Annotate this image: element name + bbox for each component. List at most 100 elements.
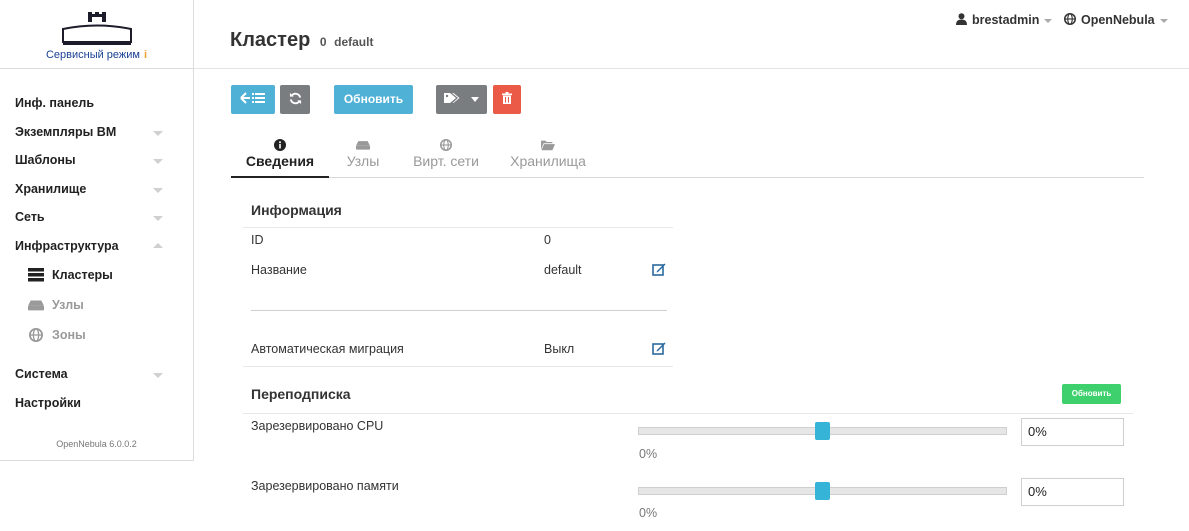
- hdd-icon: [28, 300, 44, 311]
- overcommit-section-title: Переподписка: [251, 386, 351, 402]
- auto-migration-value: Выкл: [544, 342, 575, 356]
- username: brestadmin: [972, 13, 1040, 27]
- sidebar-item-label: Инф. панель: [15, 96, 95, 110]
- sidebar-item-label: Настройки: [15, 395, 81, 410]
- overcommit-update-button[interactable]: Обновить: [1062, 384, 1121, 404]
- tab-bar: Сведения Узлы Вирт. сети Хранилища: [231, 133, 1144, 178]
- sidebar-item-dashboard[interactable]: Инф. панель: [0, 89, 193, 118]
- user-menu[interactable]: brestadmin: [956, 13, 1053, 27]
- sidebar-item-network[interactable]: Сеть: [0, 203, 193, 232]
- globe-icon: [1064, 13, 1076, 25]
- mem-slider-thumb[interactable]: [815, 482, 830, 500]
- sidebar-item-settings[interactable]: Настройки: [0, 389, 193, 418]
- sidebar-item-clusters[interactable]: Кластеры: [0, 260, 193, 290]
- tab-label: Вирт. сети: [413, 153, 479, 169]
- edit-name-icon[interactable]: [652, 262, 666, 276]
- cpu-slider[interactable]: [638, 422, 1007, 440]
- divider: [251, 310, 667, 311]
- edit-migration-icon[interactable]: [652, 341, 666, 355]
- user-icon: [956, 13, 967, 25]
- cluster-name: default: [334, 35, 374, 49]
- chevron-down-icon: [1159, 18, 1168, 23]
- version-label: OpenNebula 6.0.0.2: [56, 439, 137, 449]
- sidebar-item-label: Шаблоны: [15, 153, 76, 167]
- sidebar-item-vms[interactable]: Экземпляры ВМ: [0, 118, 193, 147]
- folder-open-icon: [541, 140, 555, 151]
- header: Кластер 0 default brestadmin OpenNebula: [194, 0, 1189, 69]
- service-mode-label[interactable]: Сервисный режим i: [0, 49, 193, 61]
- tab-hosts[interactable]: Узлы: [329, 133, 397, 178]
- sidebar-item-label: Зоны: [52, 328, 86, 342]
- tab-datastores[interactable]: Хранилища: [501, 133, 595, 178]
- divider: [243, 227, 673, 228]
- info-icon[interactable]: i: [144, 49, 147, 61]
- mem-reserved-input[interactable]: 0%: [1021, 478, 1124, 506]
- cluster-id: 0: [319, 35, 327, 49]
- cpu-slider-thumb[interactable]: [815, 422, 830, 440]
- service-mode-text: Сервисный режим: [45, 49, 140, 61]
- caret-down-icon: [153, 373, 163, 378]
- chevron-down-icon: [1044, 18, 1053, 23]
- caret-down-icon: [153, 130, 163, 136]
- zone-menu[interactable]: OpenNebula: [1064, 13, 1168, 27]
- tab-label: Хранилища: [510, 153, 586, 169]
- info-circle-icon: [274, 139, 286, 151]
- logo-area: Сервисный режим i: [0, 0, 193, 69]
- sidebar-item-label: Узлы: [52, 298, 84, 312]
- brest-logo[interactable]: [61, 12, 133, 46]
- tab-info[interactable]: Сведения: [231, 133, 329, 178]
- server-stack-icon: [28, 268, 44, 282]
- divider: [243, 366, 673, 367]
- caret-down-icon: [153, 187, 163, 193]
- caret-up-icon: [153, 242, 163, 248]
- back-list-icon: [240, 92, 265, 104]
- name-value: default: [544, 263, 582, 277]
- sidebar-item-templates[interactable]: Шаблоны: [0, 146, 193, 175]
- sidebar-item-label: Система: [15, 367, 68, 381]
- sidebar-item-label: Хранилище: [15, 181, 87, 196]
- sidebar: Сервисный режим i Инф. панель Экземпляры …: [0, 0, 194, 461]
- sidebar-item-hosts[interactable]: Узлы: [0, 290, 193, 320]
- sidebar-item-system[interactable]: Система: [0, 360, 193, 389]
- mem-reserved-percent: 0%: [639, 506, 658, 520]
- cpu-reserved-input[interactable]: 0%: [1021, 418, 1124, 446]
- cpu-reserved-percent: 0%: [639, 447, 658, 461]
- name-label: Название: [251, 263, 307, 277]
- chevron-down-icon: [470, 97, 479, 102]
- sidebar-item-label: Экземпляры ВМ: [15, 124, 117, 139]
- divider: [243, 413, 1133, 414]
- caret-down-icon: [153, 159, 163, 164]
- sidebar-item-storage[interactable]: Хранилище: [0, 175, 193, 204]
- trash-icon: [502, 92, 512, 104]
- refresh-icon: [289, 92, 301, 105]
- cpu-reserved-label: Зарезервировано CPU: [251, 419, 384, 433]
- id-label: ID: [251, 233, 264, 247]
- globe-icon: [440, 139, 452, 151]
- tags-icon: [444, 93, 460, 103]
- sidebar-item-label: Инфраструктура: [15, 238, 119, 253]
- tab-vnets[interactable]: Вирт. сети: [405, 133, 487, 178]
- sidebar-item-zones[interactable]: Зоны: [0, 320, 193, 350]
- page-title: Кластер 0 default: [230, 29, 373, 52]
- labels-button[interactable]: [436, 85, 487, 114]
- back-button[interactable]: [231, 85, 275, 114]
- zone-name: OpenNebula: [1081, 13, 1155, 27]
- globe-icon: [29, 328, 43, 342]
- update-button[interactable]: Обновить: [334, 85, 413, 114]
- info-section-title: Информация: [251, 202, 342, 218]
- delete-button[interactable]: [493, 85, 521, 114]
- sidebar-item-label: Сеть: [15, 210, 45, 224]
- caret-down-icon: [153, 216, 163, 221]
- refresh-button[interactable]: [280, 85, 310, 114]
- sidebar-item-infrastructure[interactable]: Инфраструктура: [0, 232, 193, 261]
- tab-label: Сведения: [245, 153, 315, 169]
- sidebar-menu: Инф. панель Экземпляры ВМ Шаблоны Хранил…: [0, 69, 193, 449]
- mem-slider[interactable]: [638, 482, 1007, 500]
- id-value: 0: [544, 233, 551, 247]
- page-title-text: Кластер: [230, 29, 311, 51]
- mem-reserved-label: Зарезервировано памяти: [251, 479, 399, 493]
- tab-label: Узлы: [346, 153, 380, 169]
- auto-migration-label: Автоматическая миграция: [251, 342, 404, 356]
- hdd-icon: [356, 141, 370, 150]
- sidebar-item-label: Кластеры: [52, 268, 113, 282]
